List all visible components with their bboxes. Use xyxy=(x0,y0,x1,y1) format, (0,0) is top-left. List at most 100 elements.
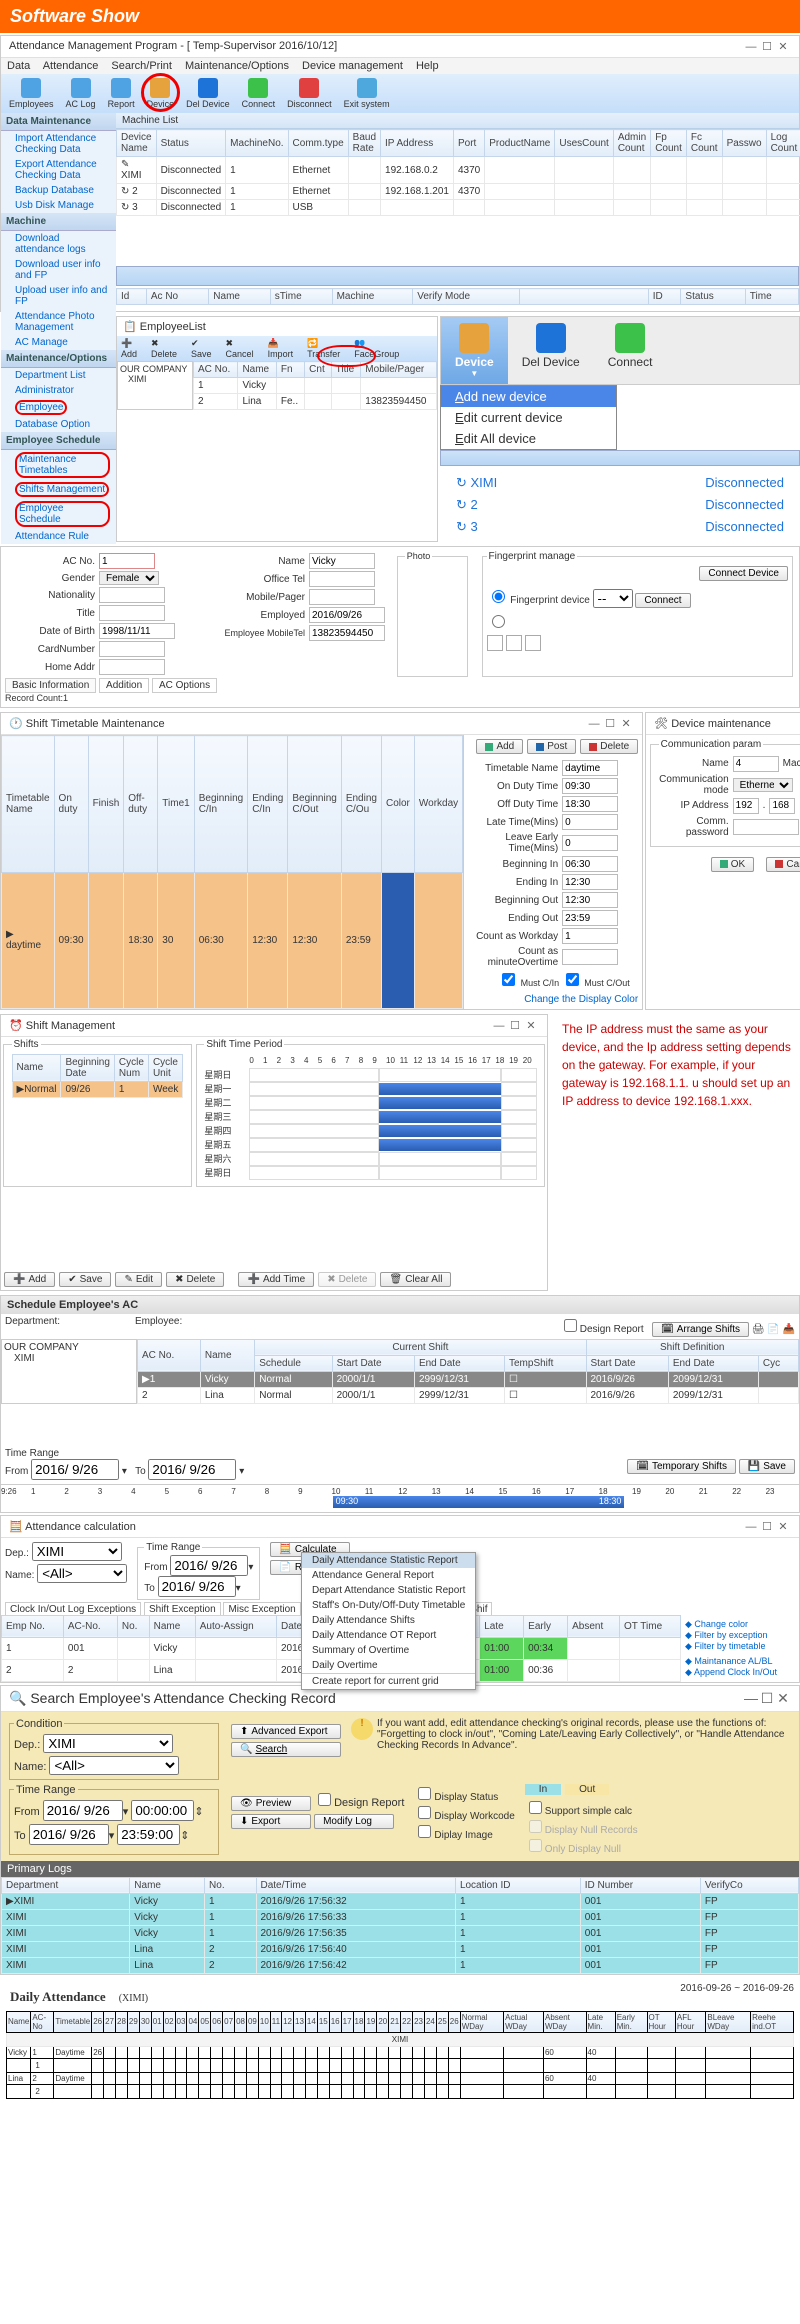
sb-dl-user[interactable]: Download user info and FP xyxy=(1,257,116,283)
cb-disp-image[interactable] xyxy=(418,1825,431,1838)
sb-group-machine[interactable]: Machine xyxy=(1,213,116,231)
tt-late[interactable] xyxy=(562,814,618,830)
sb-group-data[interactable]: Data Maintenance xyxy=(1,113,116,131)
btn-save[interactable]: ✔Save xyxy=(191,338,212,359)
sb-dept[interactable]: Department List xyxy=(1,368,116,383)
sb-empsch[interactable]: Employee Schedule xyxy=(1,499,116,529)
input-title[interactable] xyxy=(99,605,165,621)
tt-le[interactable] xyxy=(562,835,618,851)
cb-simple-calc[interactable] xyxy=(529,1801,542,1814)
tb-device[interactable]: Device xyxy=(147,78,175,109)
form-tabs[interactable]: Basic Information Addition AC Options xyxy=(5,680,795,691)
btn-arrange-shifts[interactable]: 🗓 Arrange Shifts xyxy=(652,1322,749,1337)
input-to-date[interactable] xyxy=(148,1459,236,1480)
sb-admin[interactable]: Administrator xyxy=(1,383,116,398)
btn-connect-device[interactable]: Connect Device xyxy=(699,566,788,581)
window-controls[interactable]: —☐✕ xyxy=(743,40,791,53)
sel-fp-device[interactable]: -- xyxy=(593,589,633,608)
zoom-device-btn[interactable]: Device▼ xyxy=(441,317,508,384)
sm-save[interactable]: ✔ Save xyxy=(59,1272,111,1287)
tb-del-device[interactable]: Del Device xyxy=(186,78,230,109)
search-name[interactable]: <All> xyxy=(49,1756,179,1775)
input-acno[interactable] xyxy=(99,553,155,569)
device-dropdown[interactable]: Add new device Edit current device Edit … xyxy=(440,385,617,450)
menu-attendance[interactable]: Attendance xyxy=(43,60,99,72)
input-card[interactable] xyxy=(99,641,165,657)
radio-fp-device[interactable] xyxy=(492,590,505,603)
btn-tt-delete[interactable]: Delete xyxy=(580,739,638,754)
tab-machine-list[interactable]: Machine List xyxy=(116,113,799,129)
sb-dl-logs[interactable]: Download attendance logs xyxy=(1,231,116,257)
menu-device[interactable]: Device management xyxy=(302,60,403,72)
btn-delete[interactable]: ✖Delete xyxy=(151,338,177,359)
sb-rule[interactable]: Attendance Rule xyxy=(1,529,116,544)
btn-preview[interactable]: 👁 Preview xyxy=(231,1796,311,1811)
sb-acmanage[interactable]: AC Manage xyxy=(1,335,116,350)
sb-shifts[interactable]: Shifts Management xyxy=(1,480,116,499)
timetable-grid[interactable]: Timetable NameOn dutyFinishOff-dutyTime1… xyxy=(1,735,463,1009)
schedule-grid[interactable]: AC No.NameCurrent ShiftShift Definition … xyxy=(137,1339,799,1404)
btn-export[interactable]: ⬇ Export xyxy=(231,1814,311,1829)
dm-mode[interactable]: Ethernet xyxy=(733,778,793,792)
cb-design-report[interactable] xyxy=(564,1319,577,1332)
primary-logs-grid[interactable]: DepartmentNameNo.Date/TimeLocation IDID … xyxy=(1,1877,799,1974)
input-employed[interactable] xyxy=(309,607,385,623)
dept-tree[interactable]: OUR COMPANYXIMI xyxy=(1,1339,137,1404)
calc-to[interactable] xyxy=(158,1576,236,1597)
zoom-connect-btn[interactable]: Connect xyxy=(594,317,667,384)
btn-cancel[interactable]: ✖Cancel xyxy=(226,338,254,359)
calc-sidelinks[interactable]: ◆ Change color ◆ Filter by exception ◆ F… xyxy=(681,1615,799,1682)
cb-must-cout[interactable] xyxy=(566,973,579,986)
menu-data[interactable]: Data xyxy=(7,60,30,72)
input-gender[interactable]: Female xyxy=(99,571,159,585)
search-dep[interactable]: XIMI xyxy=(43,1734,173,1753)
btn-dm-ok[interactable]: OK xyxy=(711,857,754,872)
dm-ip1[interactable] xyxy=(733,798,759,814)
search-from-t[interactable] xyxy=(131,1800,194,1821)
link-color[interactable]: Change the Display Color xyxy=(524,994,638,1005)
calc-name[interactable]: <All> xyxy=(37,1564,127,1583)
btn-connect2[interactable]: Connect xyxy=(635,593,690,608)
input-emp-mobile[interactable] xyxy=(309,625,385,641)
cb-disp-workcode[interactable] xyxy=(418,1806,431,1819)
dm-ip2[interactable] xyxy=(769,798,795,814)
tb-disconnect[interactable]: Disconnect xyxy=(287,78,332,109)
calc-from[interactable] xyxy=(170,1555,248,1576)
sb-ul-user[interactable]: Upload user info and FP xyxy=(1,283,116,309)
machine-row[interactable]: ✎ XIMIDisconnected1Ethernet192.168.0.243… xyxy=(117,157,800,184)
tt-ei[interactable] xyxy=(562,874,618,890)
sb-photo[interactable]: Attendance Photo Management xyxy=(1,309,116,335)
input-nat[interactable] xyxy=(99,587,165,603)
sb-export[interactable]: Export Attendance Checking Data xyxy=(1,157,116,183)
tb-report[interactable]: Report xyxy=(108,78,135,109)
sm-edit[interactable]: ✎ Edit xyxy=(115,1272,162,1287)
sb-backup[interactable]: Backup Database xyxy=(1,183,116,198)
shifts-grid[interactable]: NameBeginning DateCycle NumCycle Unit ▶N… xyxy=(12,1054,184,1098)
input-name[interactable] xyxy=(309,553,375,569)
tt-off[interactable] xyxy=(562,796,618,812)
btn-tt-add[interactable]: Add xyxy=(476,739,523,754)
sb-employee[interactable]: Employee xyxy=(1,398,116,417)
zoom-del-btn[interactable]: Del Device xyxy=(508,317,594,384)
tt-cw[interactable] xyxy=(562,928,618,944)
radio-fp-other[interactable] xyxy=(492,615,505,628)
cb-disp-status[interactable] xyxy=(418,1787,431,1800)
input-office[interactable] xyxy=(309,571,375,587)
tree-company[interactable]: OUR COMPANY XIMI xyxy=(117,361,193,410)
tt-cm[interactable] xyxy=(562,949,618,965)
menu-search[interactable]: Search/Print xyxy=(111,60,172,72)
sm-add[interactable]: ➕ Add xyxy=(4,1272,55,1287)
sm-clearall[interactable]: 🗑 Clear All xyxy=(380,1272,451,1287)
sm-addtime[interactable]: ➕ Add Time xyxy=(238,1272,314,1287)
menu-help[interactable]: Help xyxy=(416,60,439,72)
tt-eo[interactable] xyxy=(562,910,618,926)
search-from-d[interactable] xyxy=(43,1800,123,1821)
tb-exit[interactable]: Exit system xyxy=(344,78,390,109)
splitter[interactable] xyxy=(116,266,799,286)
dm-pw[interactable] xyxy=(733,819,799,835)
tt-bi[interactable] xyxy=(562,856,618,872)
tb-employees[interactable]: Employees xyxy=(9,78,54,109)
sb-import[interactable]: Import Attendance Checking Data xyxy=(1,131,116,157)
dm-name[interactable] xyxy=(733,756,779,772)
tb-connect[interactable]: Connect xyxy=(242,78,276,109)
